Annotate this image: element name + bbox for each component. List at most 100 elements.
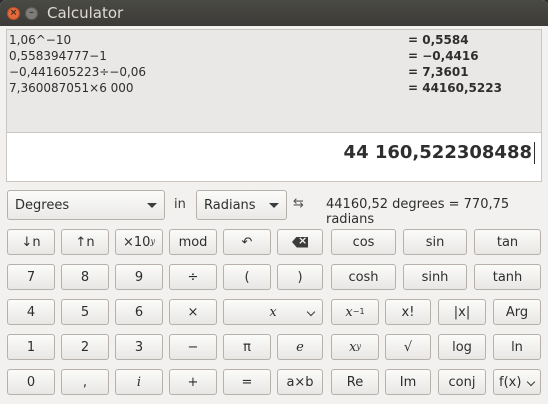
- add-button[interactable]: +: [169, 369, 217, 395]
- digit-6-button[interactable]: 6: [115, 299, 163, 325]
- close-icon: ×: [9, 8, 18, 18]
- digit-5-button[interactable]: 5: [61, 299, 109, 325]
- digit-6-label: 6: [134, 304, 144, 320]
- arg-button[interactable]: Arg: [493, 299, 541, 325]
- real-part-button[interactable]: Re: [331, 369, 379, 395]
- superscript-label: ↑n: [75, 234, 95, 250]
- digit-7-label: 7: [26, 269, 36, 285]
- times-ten-power-button[interactable]: ×10 y: [115, 229, 163, 255]
- modulo-button[interactable]: mod: [169, 229, 217, 255]
- swap-units-icon[interactable]: ⇆: [293, 196, 304, 211]
- tanh-button[interactable]: tanh: [474, 264, 541, 290]
- subtract-button[interactable]: −: [169, 334, 217, 360]
- real-part-label: Re: [346, 374, 364, 390]
- sin-label: sin: [425, 234, 445, 250]
- tan-button[interactable]: tan: [474, 229, 541, 255]
- history-row[interactable]: 1,06^−10 = 0,5584: [7, 33, 541, 49]
- history-row[interactable]: −0,441605223÷−0,06 = 7,3601: [7, 65, 541, 81]
- factorial-label: x!: [401, 304, 415, 320]
- open-paren-label: (: [244, 269, 250, 285]
- sinh-label: sinh: [421, 269, 449, 285]
- divide-label: ÷: [187, 269, 199, 285]
- history-row[interactable]: 7,360087051×6 000 = 44160,5223: [7, 81, 541, 97]
- history-result: = −0,4416: [408, 49, 479, 63]
- minimize-icon: –: [29, 8, 34, 18]
- calculator-window: × – Calculator 1,06^−10 = 0,5584 0,55839…: [0, 0, 548, 404]
- digit-0-label: 0: [26, 374, 36, 390]
- log-button[interactable]: log: [438, 334, 486, 360]
- cos-button[interactable]: cos: [331, 229, 396, 255]
- digit-2-button[interactable]: 2: [61, 334, 109, 360]
- euler-button[interactable]: e: [277, 334, 323, 360]
- backspace-icon: [292, 236, 308, 248]
- add-label: +: [187, 374, 199, 390]
- digit-5-label: 5: [80, 304, 90, 320]
- digit-3-button[interactable]: 3: [115, 334, 163, 360]
- history-row[interactable]: 0,558394777−1 = −0,4416: [7, 49, 541, 65]
- decimal-button[interactable]: ,: [61, 369, 109, 395]
- superscript-button[interactable]: ↑n: [61, 229, 109, 255]
- abs-label: |x|: [453, 304, 471, 320]
- subscript-label: ↓n: [21, 234, 41, 250]
- to-unit-select[interactable]: Radians: [196, 190, 287, 220]
- digit-8-label: 8: [80, 269, 90, 285]
- imaginary-part-label: Im: [399, 374, 417, 390]
- function-button[interactable]: f(x): [493, 369, 541, 395]
- close-paren-label: ): [297, 269, 303, 285]
- function-label: f(x): [499, 374, 522, 390]
- power-button[interactable]: xy: [331, 334, 379, 360]
- display-value: 44 160,522308488: [344, 142, 535, 164]
- digit-0-button[interactable]: 0: [7, 369, 55, 395]
- ln-button[interactable]: ln: [493, 334, 541, 360]
- digit-9-button[interactable]: 9: [115, 264, 163, 290]
- digit-1-button[interactable]: 1: [7, 334, 55, 360]
- abs-button[interactable]: |x|: [438, 299, 486, 325]
- close-window-button[interactable]: ×: [7, 7, 20, 20]
- imaginary-button[interactable]: i: [115, 369, 163, 395]
- subscript-button[interactable]: ↓n: [7, 229, 55, 255]
- close-paren-button[interactable]: ): [277, 264, 323, 290]
- cosh-button[interactable]: cosh: [331, 264, 396, 290]
- digit-9-label: 9: [134, 269, 144, 285]
- variable-x-button[interactable]: x: [223, 299, 323, 325]
- ten-power-label: ×10: [123, 234, 151, 250]
- history-result: = 44160,5223: [408, 81, 502, 95]
- sinh-button[interactable]: sinh: [403, 264, 467, 290]
- divide-button[interactable]: ÷: [169, 264, 217, 290]
- digit-8-button[interactable]: 8: [61, 264, 109, 290]
- minimize-window-button[interactable]: –: [25, 7, 38, 20]
- conjugate-button[interactable]: conj: [438, 369, 486, 395]
- imaginary-part-button[interactable]: Im: [385, 369, 431, 395]
- digit-3-label: 3: [134, 339, 144, 355]
- pi-button[interactable]: π: [223, 334, 271, 360]
- history-expression: 1,06^−10: [9, 33, 72, 47]
- sin-button[interactable]: sin: [403, 229, 467, 255]
- expression-display[interactable]: 44 160,522308488: [6, 132, 542, 182]
- history-expression: 0,558394777−1: [9, 49, 107, 63]
- to-unit-label: Radians: [204, 197, 256, 213]
- euler-label: e: [296, 339, 304, 355]
- inverse-button[interactable]: x −1: [331, 299, 379, 325]
- window-title: Calculator: [47, 4, 124, 22]
- a-times-b-label: a×b: [286, 374, 314, 390]
- ln-label: ln: [511, 339, 523, 355]
- backspace-button[interactable]: [277, 229, 323, 255]
- digit-1-label: 1: [26, 339, 36, 355]
- a-times-b-button[interactable]: a×b: [277, 369, 323, 395]
- modulo-label: mod: [178, 234, 208, 250]
- factorial-button[interactable]: x!: [385, 299, 431, 325]
- undo-button[interactable]: ↶: [223, 229, 271, 255]
- history-expression: 7,360087051×6 000: [9, 81, 134, 95]
- digit-7-button[interactable]: 7: [7, 264, 55, 290]
- open-paren-button[interactable]: (: [223, 264, 271, 290]
- equals-button[interactable]: =: [223, 369, 271, 395]
- digit-4-button[interactable]: 4: [7, 299, 55, 325]
- log-label: log: [452, 339, 472, 355]
- multiply-button[interactable]: ×: [169, 299, 217, 325]
- tan-label: tan: [496, 234, 519, 250]
- from-unit-select[interactable]: Degrees: [7, 190, 165, 220]
- subtract-label: −: [187, 339, 199, 355]
- sqrt-button[interactable]: √: [385, 334, 431, 360]
- conjugate-label: conj: [448, 374, 476, 390]
- imaginary-label: i: [136, 374, 142, 390]
